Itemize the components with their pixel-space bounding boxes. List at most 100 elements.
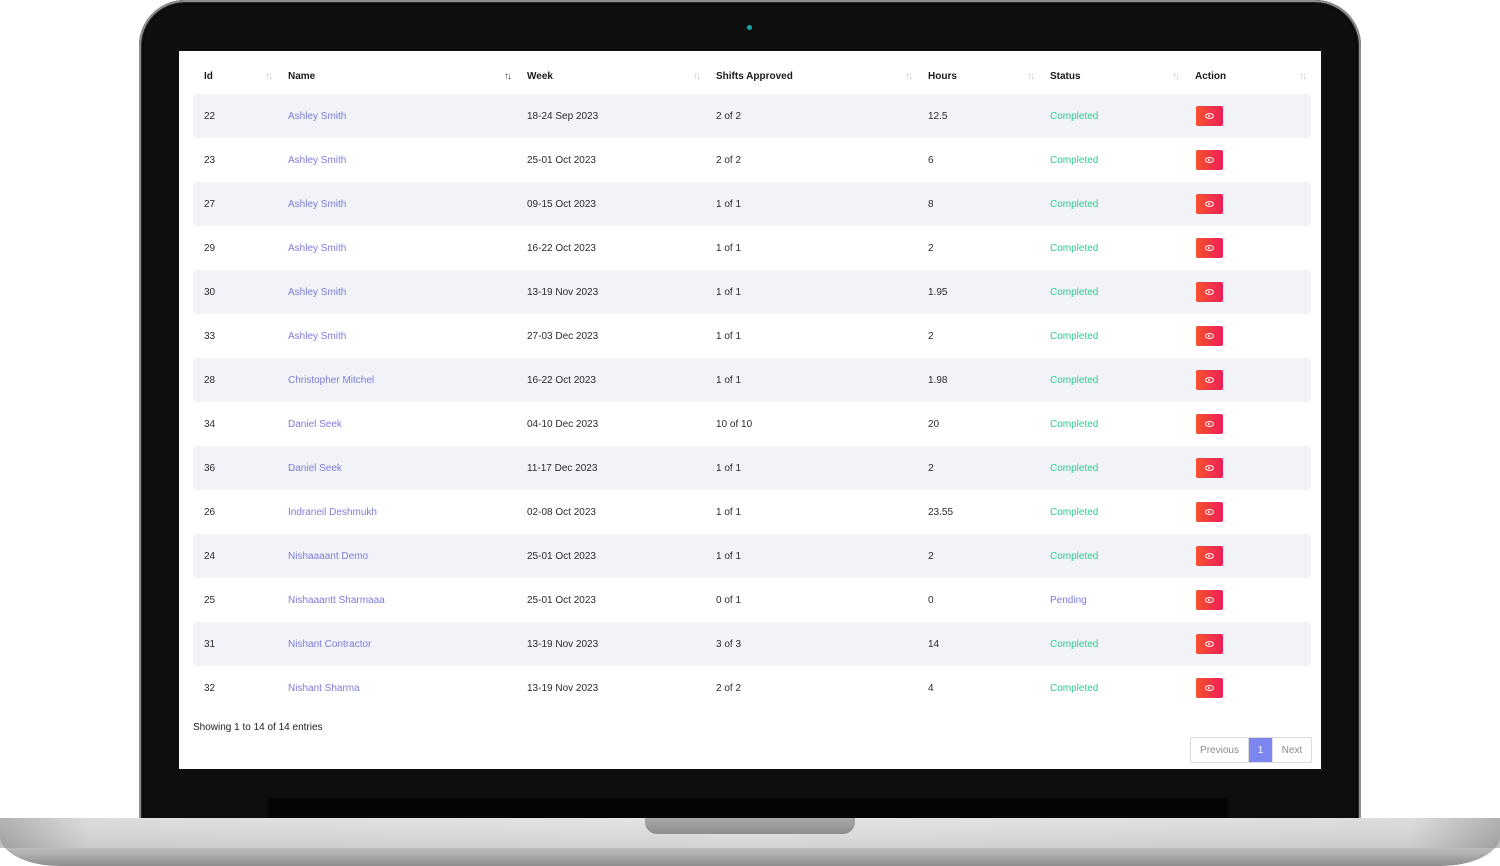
employee-name-link[interactable]: Daniel Seek [288,419,342,430]
view-button[interactable] [1196,150,1223,170]
cell-name[interactable]: Nishaaaant Demo [277,534,516,578]
cell-id: 25 [204,594,216,606]
sort-arrows-icon[interactable]: ↑↓ [1172,71,1180,82]
cell-name[interactable]: Ashley Smith [277,314,516,358]
status-label: Completed [1050,418,1099,430]
column-header-status[interactable]: Status ↑↓ [1039,59,1184,94]
cell-name[interactable]: Ashley Smith [277,94,516,138]
column-label: Week [527,71,553,82]
cell-name[interactable]: Ashley Smith [277,270,516,314]
view-button[interactable] [1196,502,1223,522]
cell-shifts-approved: 3 of 3 [705,622,917,666]
cell-week: 13-19 Nov 2023 [527,682,599,694]
cell-name[interactable]: Nishant Sharma [277,666,516,710]
laptop-notch [645,818,855,834]
cell-name[interactable]: Ashley Smith [277,226,516,270]
cell-name[interactable]: Indraneil Deshmukh [277,490,516,534]
view-button[interactable] [1196,194,1223,214]
cell-week: 16-22 Oct 2023 [527,242,596,254]
employee-name-link[interactable]: Nishaaantt Sharmaaa [288,595,385,606]
employee-name-link[interactable]: Ashley Smith [288,243,346,254]
cell-action [1184,226,1311,270]
view-button[interactable] [1196,590,1223,610]
cell-hours: 20 [928,418,940,430]
cell-hours: 2 [917,534,1039,578]
cell-name[interactable]: Nishaaantt Sharmaaa [277,578,516,622]
employee-name-link[interactable]: Ashley Smith [288,155,346,166]
cell-name[interactable]: Ashley Smith [277,182,516,226]
page-1-button[interactable]: 1 [1249,738,1272,762]
employee-name-link[interactable]: Ashley Smith [288,287,346,298]
cell-id: 26 [204,506,216,518]
column-header-week[interactable]: Week ↑↓ [516,59,705,94]
eye-icon [1205,201,1214,207]
employee-name-link[interactable]: Ashley Smith [288,199,346,210]
view-button[interactable] [1196,678,1223,698]
sort-arrows-icon[interactable]: ↑↓ [1299,71,1307,82]
cell-id: 24 [193,534,277,578]
column-label: Id [204,71,213,82]
cell-hours: 2 [917,446,1039,490]
cell-id: 33 [204,330,216,342]
sort-arrows-icon[interactable]: ↑↓ [1027,71,1035,82]
cell-id: 34 [204,418,216,430]
cell-name[interactable]: Christopher Mitchel [277,358,516,402]
column-header-hours[interactable]: Hours ↑↓ [917,59,1039,94]
employee-name-link[interactable]: Indraneil Deshmukh [288,507,377,518]
sort-arrows-icon[interactable]: ↑↓ [693,71,701,82]
cell-hours: 0 [928,594,934,606]
cell-id: 36 [193,446,277,490]
employee-name-link[interactable]: Daniel Seek [288,463,342,474]
status-label: Completed [1050,198,1099,210]
cell-action [1184,534,1311,578]
column-header-id[interactable]: Id ↑↓ [193,59,277,94]
status-label: Completed [1050,506,1099,518]
view-button[interactable] [1196,634,1223,654]
status-label: Completed [1050,682,1099,694]
view-button[interactable] [1196,370,1223,390]
employee-name-link[interactable]: Nishant Contractor [288,639,371,650]
eye-icon [1205,333,1214,339]
view-button[interactable] [1196,326,1223,346]
cell-action [1184,402,1311,446]
cell-shifts-approved: 1 of 1 [705,182,917,226]
cell-shifts-approved: 1 of 1 [705,358,917,402]
sort-arrows-icon[interactable]: ↑↓ [265,71,273,82]
cell-shifts-approved: 1 of 1 [716,330,742,342]
cell-name[interactable]: Nishant Contractor [277,622,516,666]
sort-arrows-icon[interactable]: ↑↓ [905,71,913,82]
cell-week: 13-19 Nov 2023 [516,622,705,666]
table-row: 36 Daniel Seek 11-17 Dec 2023 1 of 1 2 Comple… [193,446,1311,490]
sort-arrows-icon[interactable]: ↑↓ [504,71,512,82]
eye-icon [1205,245,1214,251]
cell-name[interactable]: Daniel Seek [277,446,516,490]
view-button[interactable] [1196,458,1223,478]
view-button[interactable] [1196,238,1223,258]
view-button[interactable] [1196,282,1223,302]
next-page-button[interactable]: Next [1272,738,1311,762]
column-label: Name [288,71,316,82]
table-row: 24 Nishaaaant Demo 25-01 Oct 2023 1 of 1 2 Co… [193,534,1311,578]
cell-action [1184,138,1311,182]
previous-page-button[interactable]: Previous [1191,738,1249,762]
cell-name[interactable]: Daniel Seek [277,402,516,446]
view-button[interactable] [1196,546,1223,566]
employee-name-link[interactable]: Christopher Mitchel [288,375,374,386]
cell-name[interactable]: Ashley Smith [277,138,516,182]
cell-hours: 23.55 [928,506,954,518]
employee-name-link[interactable]: Nishaaaant Demo [288,551,368,562]
view-button[interactable] [1196,414,1223,434]
column-header-shifts-approved[interactable]: Shifts Approved ↑↓ [705,59,917,94]
status-label: Completed [1050,638,1099,650]
employee-name-link[interactable]: Ashley Smith [288,331,346,342]
eye-icon [1205,157,1214,163]
column-header-action[interactable]: Action ↑↓ [1184,59,1311,94]
status-label: Completed [1050,374,1099,386]
column-header-name[interactable]: Name ↑↓ [277,59,516,94]
employee-name-link[interactable]: Nishant Sharma [288,683,360,694]
camera-dot [747,25,752,30]
view-button[interactable] [1196,106,1223,126]
employee-name-link[interactable]: Ashley Smith [288,111,346,122]
cell-shifts-approved: 1 of 1 [705,534,917,578]
table-row: 28 Christopher Mitchel 16-22 Oct 2023 1 of … [193,358,1311,402]
